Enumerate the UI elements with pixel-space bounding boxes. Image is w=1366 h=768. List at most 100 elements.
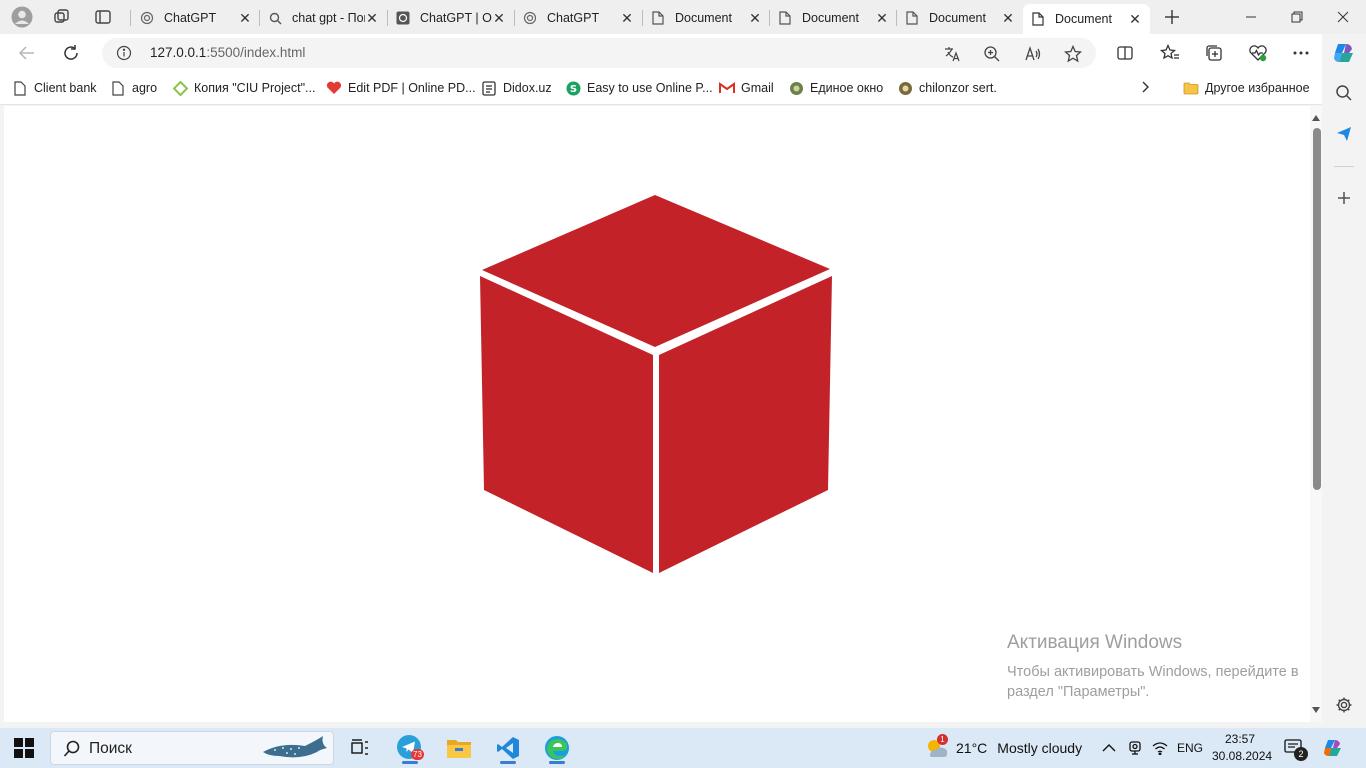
add-sidebar-app-icon[interactable] <box>1333 187 1355 209</box>
openai-icon <box>523 11 537 25</box>
close-tab-icon[interactable]: ✕ <box>1128 11 1142 27</box>
zoom-icon[interactable] <box>982 44 1002 64</box>
close-tab-icon[interactable]: ✕ <box>620 10 634 26</box>
network-tray-icon[interactable] <box>1152 728 1168 768</box>
language-indicator[interactable]: ENG <box>1177 728 1203 768</box>
telegram-app[interactable]: 73 <box>390 731 430 765</box>
show-hidden-icons-button[interactable] <box>1102 728 1116 768</box>
settings-more-icon[interactable] <box>1290 42 1312 64</box>
favorite-edit-pdf[interactable]: Edit PDF | Online PD... <box>326 80 476 96</box>
copilot-icon[interactable] <box>1331 41 1357 65</box>
favorite-gmail[interactable]: Gmail <box>719 80 774 96</box>
close-tab-icon[interactable]: ✕ <box>238 10 252 26</box>
task-view-button[interactable] <box>340 731 380 765</box>
url-path: :5500/index.html <box>206 45 306 60</box>
page-icon <box>905 11 919 25</box>
tab-chatgpt-openai[interactable]: ChatGPT | OpenAI ✕ <box>388 4 514 32</box>
tab-actions-icon[interactable] <box>92 6 114 28</box>
profile-icon[interactable] <box>11 6 33 28</box>
openai-icon <box>396 11 410 25</box>
tab-document-2[interactable]: Document ✕ <box>770 4 897 32</box>
scroll-up-arrow[interactable] <box>1311 114 1321 122</box>
favorites-overflow-button[interactable] <box>1140 80 1150 94</box>
windows-activation-watermark: Активация Windows Чтобы активировать Win… <box>1007 632 1299 702</box>
red-cube <box>480 195 832 573</box>
edge-app[interactable] <box>537 731 577 765</box>
url-host: 127.0.0.1 <box>150 45 207 60</box>
taskbar-search-placeholder: Поиск <box>89 740 132 757</box>
tab-chatgpt-1[interactable]: ChatGPT ✕ <box>132 4 260 32</box>
favorite-chilonzor[interactable]: chilonzor sert. <box>897 80 997 96</box>
url-text[interactable]: 127.0.0.1:5500/index.html <box>150 45 305 60</box>
emblem-icon <box>788 80 804 96</box>
close-tab-icon[interactable]: ✕ <box>365 10 379 26</box>
restore-button[interactable] <box>1274 0 1320 34</box>
notification-center-button[interactable]: 2 <box>1284 728 1308 768</box>
copilot-taskbar-button[interactable] <box>1322 728 1344 768</box>
workspaces-icon[interactable] <box>51 6 73 28</box>
running-indicator <box>549 761 565 764</box>
gmail-icon <box>719 80 735 96</box>
search-icon[interactable] <box>1333 82 1355 104</box>
vscode-app[interactable] <box>488 731 528 765</box>
address-bar[interactable]: 127.0.0.1:5500/index.html <box>102 38 1096 68</box>
scroll-thumb[interactable] <box>1313 128 1321 490</box>
taskbar-search-box[interactable]: Поиск <box>50 731 334 765</box>
system-clock[interactable]: 23:57 30.08.2024 <box>1212 731 1272 765</box>
tab-document-1[interactable]: Document ✕ <box>643 4 770 32</box>
favorite-ciu-project[interactable]: Копия "CIU Project"... <box>172 80 315 96</box>
favorite-client-bank[interactable]: Client bank <box>12 80 97 96</box>
page-icon <box>12 80 28 96</box>
favorite-easy-online[interactable]: S Easy to use Online P... <box>565 80 713 96</box>
openai-icon <box>140 11 154 25</box>
tab-document-active[interactable]: Document ✕ <box>1023 4 1150 34</box>
chevron-up-icon <box>1102 744 1116 752</box>
tab-document-3[interactable]: Document ✕ <box>897 4 1023 32</box>
heart-icon <box>326 80 342 96</box>
close-window-button[interactable] <box>1320 0 1366 34</box>
collections-icon[interactable] <box>1203 42 1225 64</box>
sidebar-settings-icon[interactable] <box>1333 694 1355 716</box>
tab-chatgpt-2[interactable]: ChatGPT ✕ <box>515 4 642 32</box>
webcam-tray-icon[interactable] <box>1127 728 1143 768</box>
page-scrollbar[interactable] <box>1310 106 1322 722</box>
watermark-title: Активация Windows <box>1007 632 1183 653</box>
other-favorites-folder[interactable]: Другое избранное <box>1183 80 1310 96</box>
read-aloud-icon[interactable] <box>1023 44 1043 64</box>
clock-time: 23:57 <box>1224 732 1256 746</box>
send-icon[interactable] <box>1333 123 1355 145</box>
close-tab-icon[interactable]: ✕ <box>748 10 762 26</box>
refresh-button[interactable] <box>58 40 84 66</box>
split-screen-icon[interactable] <box>1114 42 1136 64</box>
edge-icon <box>545 736 569 760</box>
file-explorer-app[interactable] <box>439 731 479 765</box>
favorite-agro[interactable]: agro <box>110 80 157 96</box>
sidebar-divider <box>1334 166 1354 167</box>
weather-widget[interactable]: 1 21°C Mostly cloudy <box>924 728 1082 768</box>
close-tab-icon[interactable]: ✕ <box>1001 10 1015 26</box>
back-button[interactable] <box>14 40 40 66</box>
camera-icon <box>1129 741 1141 755</box>
wifi-icon <box>1152 742 1168 755</box>
scroll-down-arrow[interactable] <box>1311 706 1321 714</box>
favorite-didox[interactable]: Didox.uz <box>481 80 552 96</box>
vscode-icon <box>497 737 519 759</box>
minimize-button[interactable] <box>1228 0 1274 34</box>
windows-start-button[interactable] <box>13 737 35 759</box>
close-tab-icon[interactable]: ✕ <box>492 10 506 26</box>
emblem-icon <box>897 80 913 96</box>
favorites-icon[interactable] <box>1159 42 1181 64</box>
folder-icon <box>1183 80 1199 96</box>
favorite-edinoe-okno[interactable]: Единое окно <box>788 80 883 96</box>
tab-search[interactable]: chat gpt - Поиск ✕ <box>260 4 387 32</box>
site-info-icon[interactable] <box>116 45 132 61</box>
new-tab-button[interactable] <box>1161 6 1183 28</box>
notification-count: 2 <box>1294 747 1308 761</box>
close-tab-icon[interactable]: ✕ <box>875 10 889 26</box>
browser-essentials-icon[interactable] <box>1247 42 1269 64</box>
search-icon <box>268 11 282 25</box>
s-circle-icon: S <box>565 80 581 96</box>
favorite-star-icon[interactable] <box>1063 44 1083 64</box>
search-icon <box>63 740 81 758</box>
translate-icon[interactable] <box>942 44 962 64</box>
